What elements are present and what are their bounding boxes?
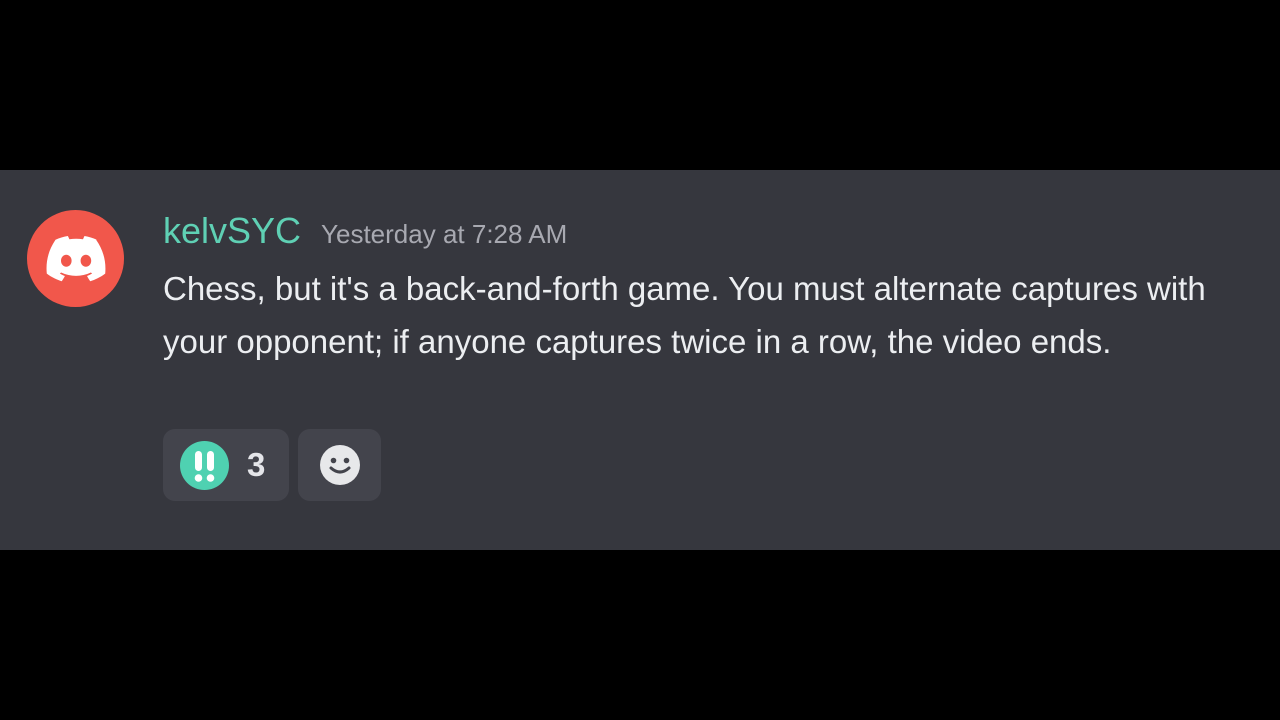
- message-timestamp: Yesterday at 7:28 AM: [321, 219, 568, 249]
- discord-logo-icon: [46, 235, 105, 281]
- user-avatar[interactable]: [27, 210, 124, 307]
- chat-message: kelvSYC Yesterday at 7:28 AM Chess, but …: [0, 170, 1280, 550]
- video-frame: kelvSYC Yesterday at 7:28 AM Chess, but …: [0, 0, 1280, 720]
- username[interactable]: kelvSYC: [163, 210, 301, 252]
- reaction-count: 3: [247, 446, 266, 483]
- message-header: kelvSYC Yesterday at 7:28 AM: [163, 210, 567, 254]
- message-text: Chess, but it's a back-and-forth game. Y…: [163, 270, 1206, 360]
- add-reaction-button[interactable]: [298, 429, 381, 501]
- smiley-face-icon: [319, 445, 360, 485]
- reaction-double-exclamation[interactable]: 3: [163, 429, 289, 501]
- double-exclamation-icon: [180, 440, 229, 490]
- reaction-bar: 3: [163, 429, 381, 501]
